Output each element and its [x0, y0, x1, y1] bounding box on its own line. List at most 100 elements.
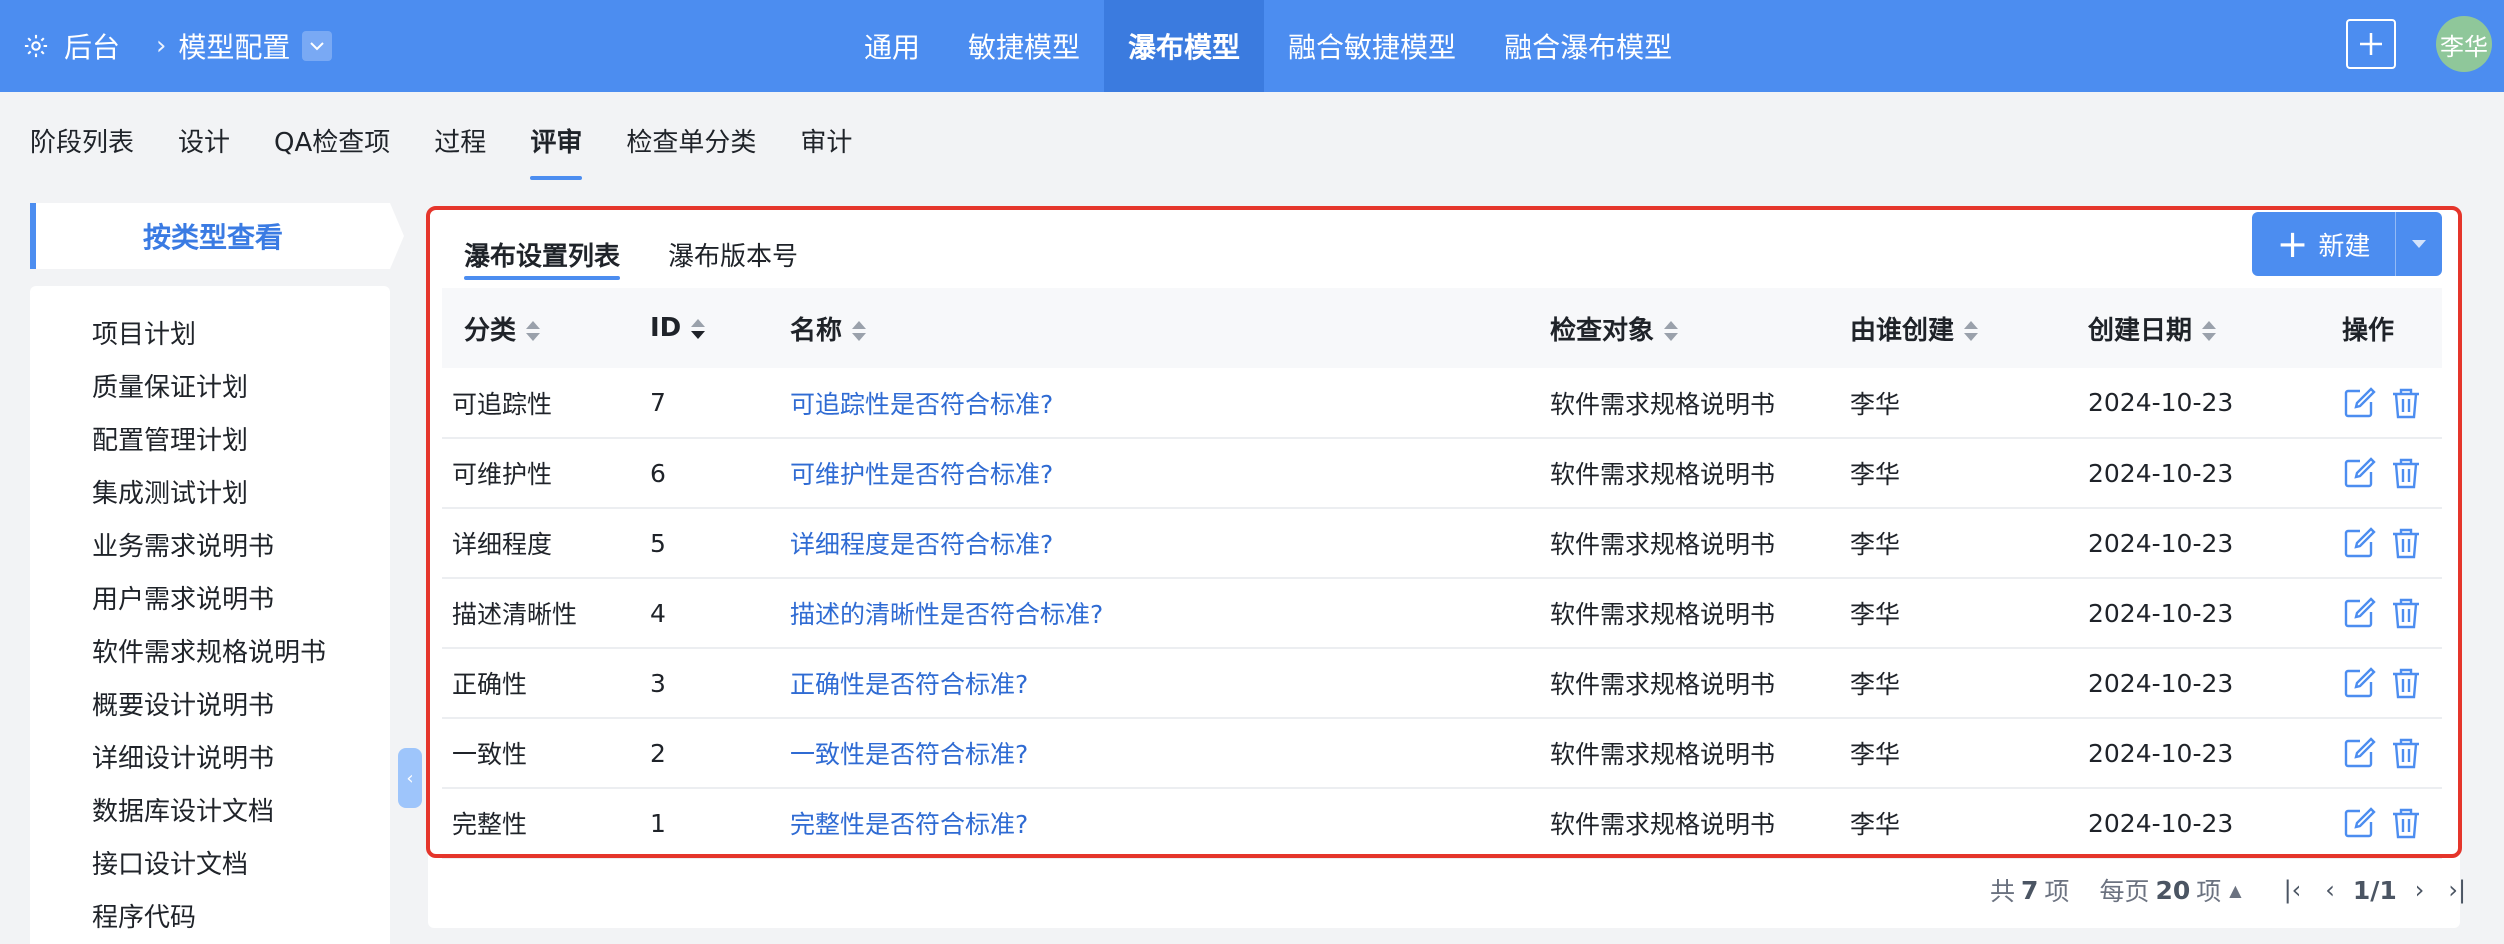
table-row: 可维护性 6 可维护性是否符合标准? 软件需求规格说明书 李华 2024-10-23 — [442, 438, 2442, 509]
tab-checklist-category[interactable]: 检查单分类 — [626, 92, 756, 188]
breadcrumb-model-config[interactable]: 模型配置 — [178, 26, 290, 66]
first-page-icon[interactable]: |‹ — [2284, 876, 2302, 904]
sidebar-item[interactable]: 配置管理计划 — [30, 412, 390, 465]
chevron-right-icon: › — [156, 31, 167, 61]
tab-waterfall-settings-list[interactable]: 瀑布设置列表 — [464, 226, 621, 282]
tab-review[interactable]: 评审 — [530, 92, 583, 188]
plus-icon: + — [2276, 222, 2309, 266]
cell-name-link[interactable]: 描述的清晰性是否符合标准? — [780, 578, 1550, 649]
cell-creator: 李华 — [1850, 438, 2088, 509]
sidebar-item[interactable]: 集成测试计划 — [30, 465, 390, 518]
delete-icon[interactable] — [2390, 386, 2422, 420]
edit-icon[interactable] — [2342, 456, 2376, 490]
sort-desc-icon[interactable] — [691, 318, 706, 340]
nav-general[interactable]: 通用 — [840, 0, 944, 92]
edit-icon[interactable] — [2342, 526, 2376, 560]
next-page-icon[interactable]: › — [2415, 876, 2425, 904]
cell-actions — [2328, 788, 2442, 859]
edit-icon[interactable] — [2342, 806, 2376, 840]
cell-name-link[interactable]: 可维护性是否符合标准? — [780, 438, 1550, 509]
delete-icon[interactable] — [2390, 806, 2422, 840]
sidebar-item[interactable]: 数据库设计文档 — [30, 783, 390, 836]
delete-icon[interactable] — [2390, 456, 2422, 490]
delete-icon[interactable] — [2390, 526, 2422, 560]
sidebar-item[interactable]: 软件需求规格说明书 — [30, 624, 390, 677]
nav-waterfall-model[interactable]: 瀑布模型 — [1104, 0, 1265, 92]
tab-waterfall-version[interactable]: 瀑布版本号 — [668, 226, 798, 282]
sidebar-item[interactable]: 质量保证计划 — [30, 359, 390, 412]
per-page-prefix: 每页 — [2099, 877, 2150, 906]
cell-id: 4 — [640, 578, 780, 649]
column-header-actions: 操作 — [2328, 288, 2442, 368]
delete-icon[interactable] — [2390, 666, 2422, 700]
sort-icon[interactable] — [1664, 320, 1679, 342]
cell-name-link[interactable]: 完整性是否符合标准? — [780, 788, 1550, 859]
cell-name-link[interactable]: 正确性是否符合标准? — [780, 648, 1550, 719]
sidebar-item[interactable]: 业务需求说明书 — [30, 518, 390, 571]
new-button[interactable]: + 新建 — [2252, 212, 2396, 276]
home-link[interactable]: 后台 — [64, 26, 120, 66]
column-header-id[interactable]: ID — [640, 288, 780, 368]
table-row: 正确性 3 正确性是否符合标准? 软件需求规格说明书 李华 2024-10-23 — [442, 648, 2442, 719]
cell-creator: 李华 — [1850, 368, 2088, 439]
sidebar-item[interactable]: 项目计划 — [30, 306, 390, 359]
new-dropdown-button[interactable] — [2396, 212, 2442, 276]
inner-tabs: 瀑布设置列表 瀑布版本号 — [464, 226, 846, 282]
avatar[interactable]: 李华 — [2436, 16, 2492, 72]
cell-id: 3 — [640, 648, 780, 719]
cell-creator: 李华 — [1850, 648, 2088, 719]
caret-up-icon[interactable]: ▲ — [2229, 881, 2241, 900]
sidebar-item[interactable]: 概要设计说明书 — [30, 677, 390, 730]
edit-icon[interactable] — [2342, 596, 2376, 630]
edit-icon[interactable] — [2342, 736, 2376, 770]
cell-id: 5 — [640, 508, 780, 579]
add-button[interactable] — [2346, 19, 2396, 69]
tab-design[interactable]: 设计 — [178, 92, 230, 188]
cell-category: 正确性 — [442, 648, 640, 719]
chevron-down-icon[interactable] — [302, 31, 333, 61]
edit-icon[interactable] — [2342, 386, 2376, 420]
last-page-icon[interactable]: ›| — [2448, 876, 2466, 904]
per-page-select[interactable]: 20 — [2155, 876, 2190, 905]
tab-qa-checks[interactable]: QA检查项 — [274, 92, 390, 188]
cell-target: 软件需求规格说明书 — [1550, 788, 1850, 859]
sidebar-list: 项目计划 质量保证计划 配置管理计划 集成测试计划 业务需求说明书 用户需求说明… — [30, 286, 390, 944]
column-header-category[interactable]: 分类 — [442, 288, 640, 368]
cell-actions — [2328, 438, 2442, 509]
page-indicator: 1/1 — [2352, 875, 2397, 905]
sort-icon[interactable] — [2202, 320, 2217, 342]
sidebar-item[interactable]: 详细设计说明书 — [30, 730, 390, 783]
sidebar-collapse-handle[interactable]: ‹ — [398, 748, 422, 808]
caret-down-icon — [2412, 240, 2426, 248]
cell-name-link[interactable]: 可追踪性是否符合标准? — [780, 368, 1550, 439]
delete-icon[interactable] — [2390, 596, 2422, 630]
delete-icon[interactable] — [2390, 736, 2422, 770]
nav-hybrid-agile-model[interactable]: 融合敏捷模型 — [1264, 0, 1480, 92]
edit-icon[interactable] — [2342, 666, 2376, 700]
column-header-creator[interactable]: 由谁创建 — [1850, 288, 2088, 368]
sidebar-item[interactable]: 接口设计文档 — [30, 836, 390, 889]
nav-agile-model[interactable]: 敏捷模型 — [944, 0, 1104, 92]
sidebar-header[interactable]: 按类型查看 — [30, 203, 404, 269]
tab-stage-list[interactable]: 阶段列表 — [30, 92, 134, 188]
prev-page-icon[interactable]: ‹ — [2325, 876, 2335, 904]
column-header-target[interactable]: 检查对象 — [1550, 288, 1850, 368]
table-row: 描述清晰性 4 描述的清晰性是否符合标准? 软件需求规格说明书 李华 2024-10-23 — [442, 578, 2442, 649]
sort-icon[interactable] — [1964, 320, 1979, 342]
sidebar-item[interactable]: 程序代码 — [30, 889, 390, 942]
nav-hybrid-waterfall-model[interactable]: 融合瀑布模型 — [1480, 0, 1696, 92]
cell-name-link[interactable]: 详细程度是否符合标准? — [780, 508, 1550, 579]
sidebar-item[interactable]: 用户需求说明书 — [30, 571, 390, 624]
gear-icon[interactable] — [22, 32, 50, 60]
column-header-date[interactable]: 创建日期 — [2088, 288, 2328, 368]
sort-icon[interactable] — [526, 320, 541, 342]
cell-creator: 李华 — [1850, 508, 2088, 579]
cell-id: 7 — [640, 368, 780, 439]
column-header-name[interactable]: 名称 — [780, 288, 1550, 368]
sort-icon[interactable] — [852, 320, 867, 342]
cell-name-link[interactable]: 一致性是否符合标准? — [780, 718, 1550, 789]
cell-id: 2 — [640, 718, 780, 789]
cell-actions — [2328, 368, 2442, 439]
tab-process[interactable]: 过程 — [434, 92, 486, 188]
tab-audit[interactable]: 审计 — [800, 92, 852, 188]
